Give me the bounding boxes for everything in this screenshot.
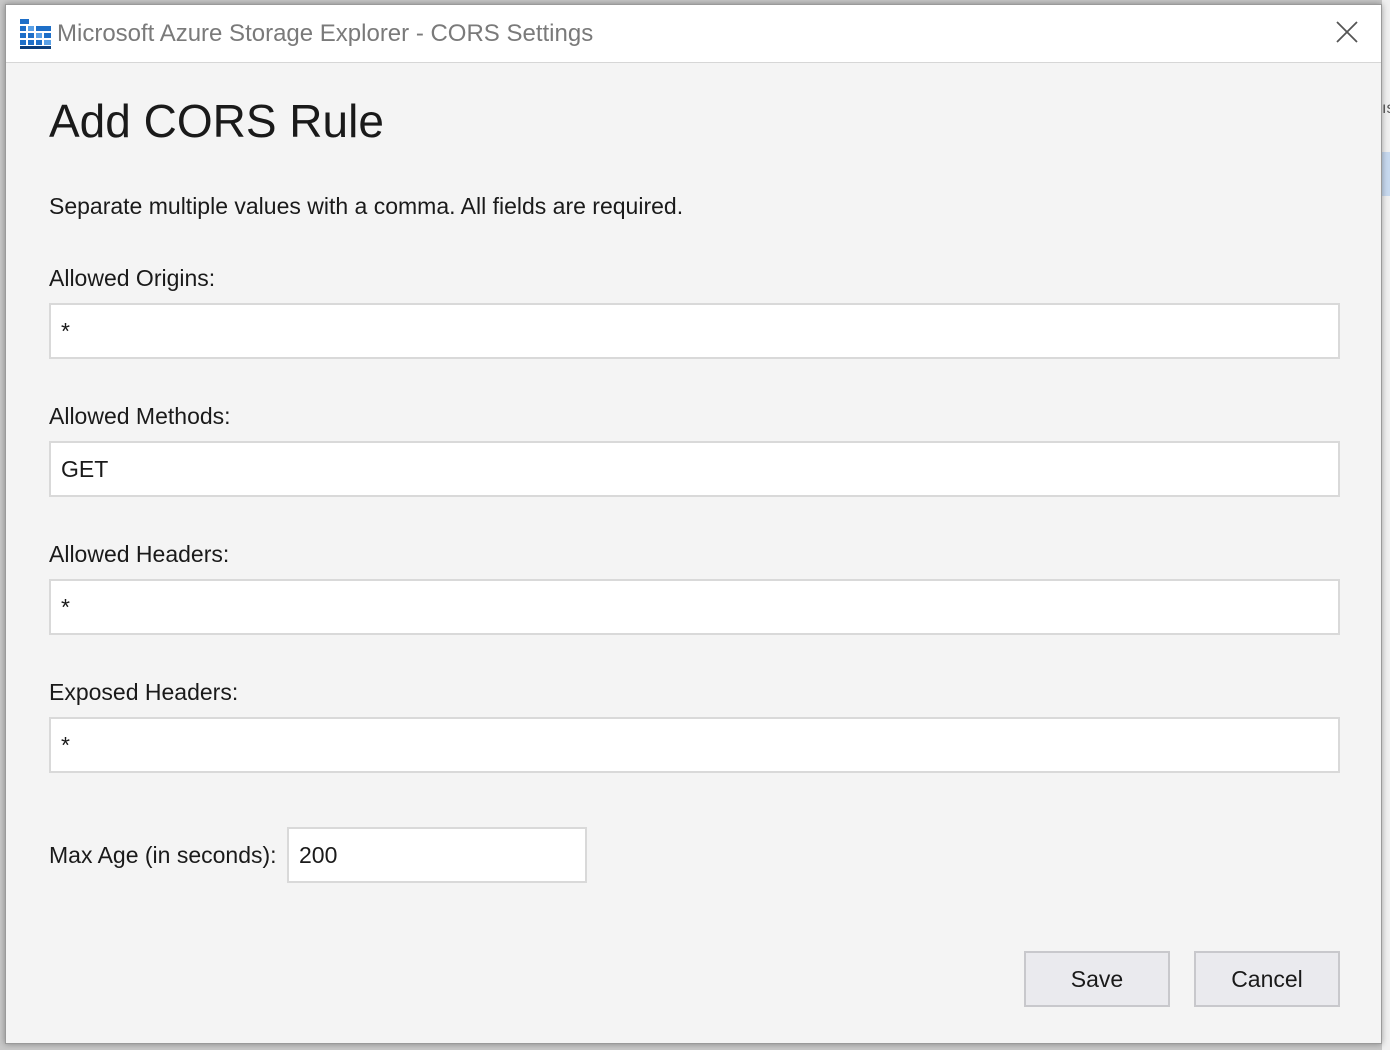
background-app-window: ıs [1382,0,1390,1050]
close-icon [1336,20,1358,48]
dialog-instructions: Separate multiple values with a comma. A… [49,193,684,219]
allowed-origins-input[interactable] [49,303,1340,359]
cancel-button[interactable]: Cancel [1194,951,1340,1007]
dialog-heading: Add CORS Rule [49,95,384,147]
storage-explorer-icon [20,19,52,49]
allowed-headers-label: Allowed Headers: [49,541,230,567]
background-selected-row [1382,152,1390,196]
title-bar[interactable]: Microsoft Azure Storage Explorer - CORS … [6,5,1381,63]
cors-settings-dialog: Microsoft Azure Storage Explorer - CORS … [5,4,1382,1044]
allowed-methods-input[interactable] [49,441,1340,497]
allowed-origins-label: Allowed Origins: [49,265,216,291]
save-button[interactable]: Save [1024,951,1170,1007]
background-app-text: ıs [1382,100,1390,117]
window-title: Microsoft Azure Storage Explorer - CORS … [57,20,594,47]
close-button[interactable] [1323,13,1371,55]
allowed-headers-input[interactable] [49,579,1340,635]
exposed-headers-label: Exposed Headers: [49,679,239,705]
allowed-methods-label: Allowed Methods: [49,403,231,429]
max-age-label: Max Age (in seconds): [49,842,277,868]
max-age-input[interactable] [287,827,587,883]
exposed-headers-input[interactable] [49,717,1340,773]
